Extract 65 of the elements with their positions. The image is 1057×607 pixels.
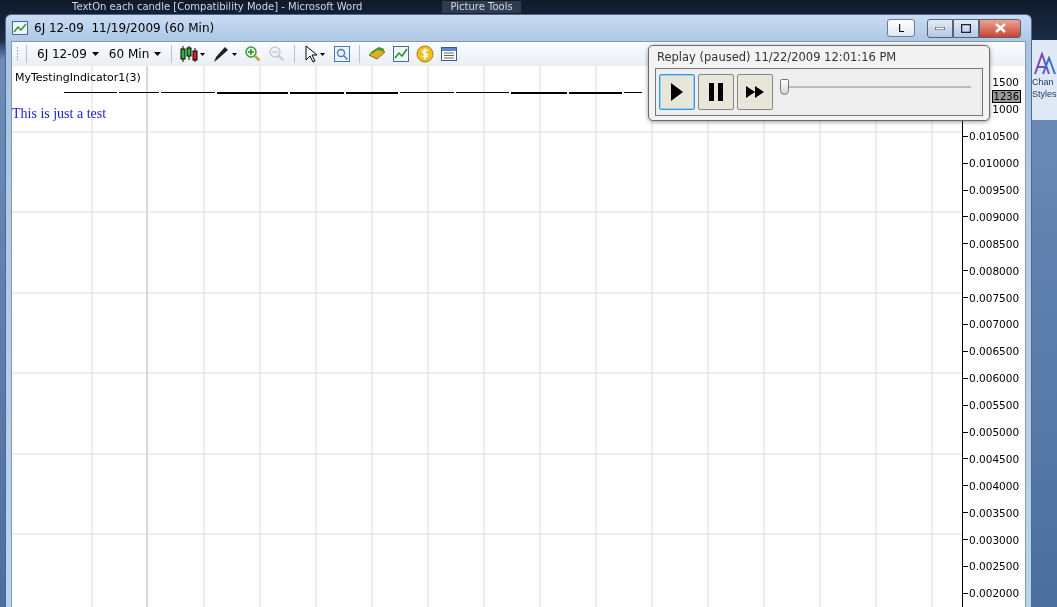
candlestick-icon <box>180 45 207 63</box>
price-label: 0.003000 <box>969 533 1020 546</box>
play-icon <box>670 82 684 102</box>
draw-button[interactable] <box>211 44 240 64</box>
price-label: 0.002000 <box>969 587 1020 600</box>
coin-icon <box>416 45 435 63</box>
slider-thumb[interactable] <box>780 79 789 95</box>
price-label: 0.010000 <box>969 157 1020 170</box>
link-button[interactable]: L <box>887 19 915 37</box>
context-tab[interactable]: Picture Tools <box>442 1 521 13</box>
maximize-icon <box>961 23 971 33</box>
zoom-box-button[interactable] <box>332 44 353 64</box>
instrument-dropdown[interactable]: 6J 12-09 <box>34 47 102 61</box>
price-label: 0.010500 <box>969 130 1020 143</box>
price-label: 1000 <box>992 103 1019 116</box>
current-price-label: 1236 <box>991 90 1021 103</box>
chart-text: This is just a test <box>12 106 107 122</box>
price-label: 0.004000 <box>969 479 1020 492</box>
grip-icon <box>16 46 19 62</box>
close-button[interactable] <box>979 18 1021 38</box>
pause-button[interactable] <box>698 74 734 110</box>
minimize-button[interactable] <box>927 18 953 38</box>
table-icon <box>440 45 459 63</box>
chart-icon <box>392 45 411 63</box>
price-label: 0.006000 <box>969 372 1020 385</box>
window-title: 6J 12-09 11/19/2009 (60 Min) <box>34 21 215 35</box>
price-label: 0.007000 <box>969 318 1020 331</box>
price-label: 0.009500 <box>969 184 1020 196</box>
chart-button[interactable] <box>391 44 412 64</box>
price-label: 0.005500 <box>969 399 1020 412</box>
ribbon-label: Chan <box>1032 76 1054 88</box>
price-label: 0.003500 <box>969 506 1020 519</box>
price-label: 0.004500 <box>969 452 1020 465</box>
ribbon-label: Styles <box>1032 88 1057 100</box>
pen-icon <box>212 45 239 63</box>
fast-forward-button[interactable] <box>737 74 773 110</box>
zoom-in-icon <box>244 45 263 63</box>
price-label: 1500 <box>992 76 1019 89</box>
indicator-label: MyTestingIndicator1(3) <box>15 71 141 84</box>
table-button[interactable] <box>439 44 460 64</box>
interval-dropdown[interactable]: 60 Min <box>105 47 165 61</box>
caret-icon <box>154 52 162 56</box>
minimize-icon <box>935 26 945 30</box>
zoom-out-icon <box>268 45 287 63</box>
play-button[interactable] <box>659 74 695 110</box>
maximize-button[interactable] <box>953 18 979 38</box>
price-label: 0.007500 <box>969 291 1020 304</box>
fast-forward-icon <box>745 85 765 99</box>
price-label: 0.005000 <box>969 426 1020 438</box>
close-icon <box>994 23 1006 33</box>
chart-style-button[interactable] <box>179 44 208 64</box>
price-label: 0.009000 <box>969 210 1020 223</box>
replay-title: Replay (paused) 11/22/2009 12:01:16 PM <box>657 50 898 64</box>
background-window-title: TextOn each candle [Compatibility Mode] - Microsoft Word <box>72 1 363 13</box>
price-label: 0.006500 <box>969 345 1020 358</box>
coin-button[interactable] <box>415 44 436 64</box>
zoom-box-icon <box>333 45 352 63</box>
pause-icon <box>708 82 724 102</box>
price-label: 0.008500 <box>969 237 1020 250</box>
chart-icon <box>12 21 28 35</box>
price-label: 0.002500 <box>969 560 1020 573</box>
price-label: 0.008000 <box>969 264 1020 277</box>
styles-icon <box>1034 52 1056 76</box>
caret-icon <box>91 52 99 56</box>
cursor-icon <box>303 45 328 63</box>
